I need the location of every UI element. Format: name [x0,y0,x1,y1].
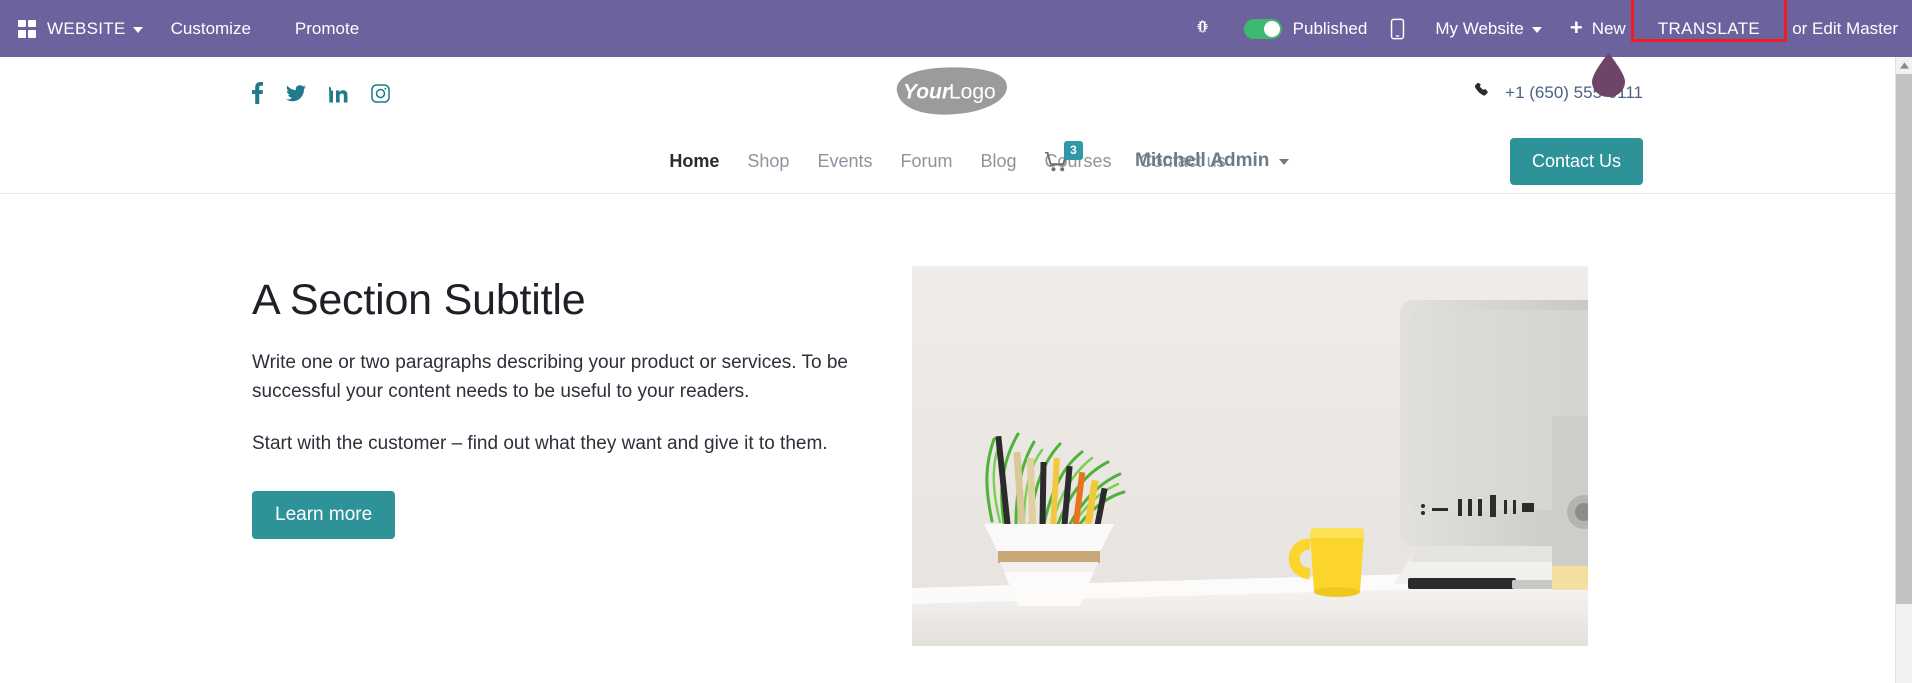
hero-paragraph-2: Start with the customer – find out what … [252,433,828,455]
chevron-down-icon [132,26,143,33]
publish-toggle[interactable]: Published [1243,18,1368,39]
scrollbar-thumb[interactable] [1896,74,1912,604]
user-menu[interactable]: Mitchell Admin [1135,150,1290,172]
hero-image [912,266,1588,646]
phone-icon [1474,82,1491,104]
apps-grid-icon[interactable] [18,19,36,38]
user-menu-label: Mitchell Admin [1135,150,1270,171]
menu-promote[interactable]: Promote [273,19,381,39]
cart-count-badge: 3 [1064,140,1083,160]
contact-us-button[interactable]: Contact Us [1509,137,1643,185]
page-scrollbar[interactable] [1895,57,1912,683]
instagram-icon[interactable] [371,83,390,103]
nav-item-events[interactable]: Events [803,151,886,172]
website-app-menu[interactable]: WEBSITE [47,19,149,39]
editor-top-bar: WEBSITE Customize Promote Published My W… [0,0,1912,57]
site-selector-label: My Website [1435,18,1524,38]
hero-text-column: A Section Subtitle Write one or two para… [252,266,912,539]
learn-more-button[interactable]: Learn more [252,490,396,539]
website-preview: Your Logo +1 (650) 555-0111 Home Shop Ev… [0,57,1895,683]
edit-master-link[interactable]: or Edit Master [1778,19,1904,39]
page-title: A Section Subtitle [252,276,586,324]
website-app-label: WEBSITE [47,18,126,38]
nav-item-blog[interactable]: Blog [967,151,1031,172]
translate-button-label: TRANSLATE [1657,18,1761,38]
linkedin-icon[interactable] [329,84,348,103]
plus-icon: + [1569,14,1583,40]
new-button-label: New [1591,18,1626,38]
twitter-icon[interactable] [286,84,306,102]
logo-text-light: Logo [949,81,996,104]
scroll-up-arrow-icon[interactable] [1896,57,1912,74]
hero-section: A Section Subtitle Write one or two para… [0,194,1895,646]
mobile-preview-icon[interactable] [1373,18,1421,40]
new-button[interactable]: + New [1556,14,1640,40]
facebook-icon[interactable] [252,82,263,104]
phone-number-text: +1 (650) 555-0111 [1505,83,1643,102]
phone-number[interactable]: +1 (650) 555-0111 [1474,82,1643,104]
nav-right-group: 3 Mitchell Admin [1045,140,1290,172]
nav-item-forum[interactable]: Forum [886,151,966,172]
nav-item-home[interactable]: Home [655,151,733,172]
site-header-top: Your Logo +1 (650) 555-0111 [0,57,1895,129]
social-links [252,82,390,104]
hero-image-column [912,266,1643,646]
translate-button[interactable]: TRANSLATE [1630,0,1788,50]
chevron-down-icon [1531,26,1542,33]
menu-customize[interactable]: Customize [149,19,273,39]
publish-status-label: Published [1292,18,1368,38]
site-logo[interactable]: Your Logo [887,65,1009,122]
nav-item-shop[interactable]: Shop [733,151,803,172]
publish-switch[interactable] [1243,18,1282,39]
site-navbar: Home Shop Events Forum Blog Courses Cont… [0,129,1895,194]
bug-icon[interactable] [1186,19,1220,38]
hero-paragraph-1: Write one or two paragraphs describing y… [252,352,848,402]
logo-text-bold: Your [903,81,952,104]
site-selector[interactable]: My Website [1421,19,1556,39]
editor-bar-left: WEBSITE Customize Promote [0,19,381,39]
chevron-down-icon [1279,159,1290,165]
editor-bar-right: Published My Website + New TRANSLATE or … [1186,0,1912,50]
shopping-cart-icon[interactable]: 3 [1045,140,1085,172]
